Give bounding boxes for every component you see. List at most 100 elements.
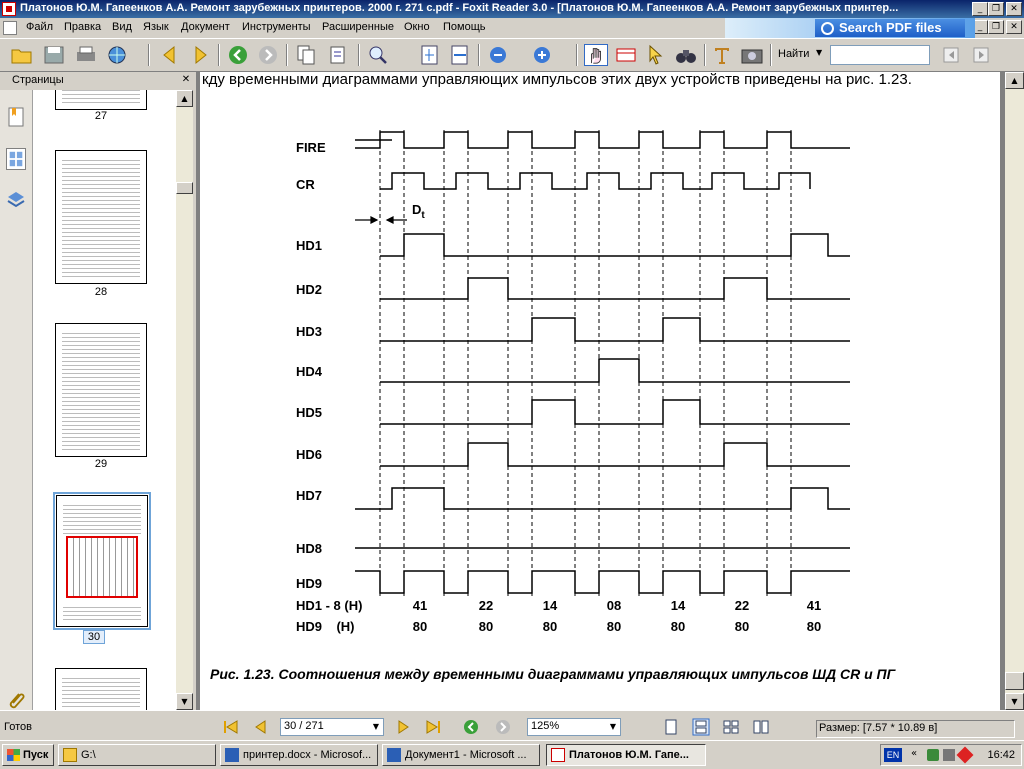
language-indicator[interactable]: EN [884, 748, 902, 762]
single-page-view-icon[interactable] [662, 718, 680, 736]
thumbnail-page-30[interactable] [56, 495, 148, 627]
go-back-icon[interactable] [462, 719, 480, 735]
hand-tool-icon[interactable] [584, 44, 608, 66]
first-page-icon[interactable] [222, 719, 240, 735]
signal-label-hd5: HD5 [296, 405, 322, 420]
zoom-dropdown-icon[interactable]: ▼ [606, 719, 620, 735]
find-binoculars-icon[interactable] [674, 44, 698, 66]
next-page-arrow-icon[interactable] [188, 44, 212, 66]
scroll-down-icon[interactable]: ▼ [176, 693, 193, 710]
paste-page-icon[interactable] [326, 44, 350, 66]
menu-tools[interactable]: Инструменты [242, 21, 311, 33]
page-number-input[interactable]: 30 / 271 ▼ [280, 718, 384, 736]
page-dropdown-icon[interactable]: ▼ [369, 719, 383, 735]
zoom-input[interactable]: 125% ▼ [527, 718, 621, 736]
start-label: Пуск [23, 749, 49, 761]
search-pdf-banner[interactable]: Search PDF files [725, 18, 975, 38]
document-scrollbar[interactable]: ▲ ▼ [1005, 72, 1024, 710]
fit-width-icon[interactable] [448, 44, 472, 66]
find-previous-icon[interactable] [940, 44, 964, 66]
tray-antivirus-icon[interactable] [956, 746, 974, 764]
thumbnail-page-28[interactable] [55, 150, 147, 284]
doc-restore-button[interactable]: ❐ [988, 20, 1004, 34]
camera-icon[interactable] [740, 44, 764, 66]
zoom-out-minus-icon[interactable] [486, 44, 510, 66]
minimize-button[interactable]: _ [972, 2, 988, 16]
open-folder-icon[interactable] [10, 44, 34, 66]
zoom-in-plus-icon[interactable] [530, 44, 554, 66]
waveform-hd3 [380, 317, 850, 342]
scroll-up-icon[interactable]: ▲ [176, 90, 193, 107]
forward-gray-icon[interactable] [256, 44, 280, 66]
system-tray: EN « 16:42 [880, 744, 1022, 766]
go-forward-icon[interactable] [494, 719, 512, 735]
menu-edit[interactable]: Правка [64, 21, 101, 33]
task-explorer[interactable]: G:\ [58, 744, 216, 766]
hd9-value: 80 [479, 619, 493, 634]
fit-page-icon[interactable] [418, 44, 442, 66]
select-arrow-icon[interactable] [644, 44, 668, 66]
magnifier-icon [821, 22, 834, 35]
continuous-view-icon[interactable] [692, 718, 710, 736]
task-word-printer[interactable]: принтер.docx - Microsof... [220, 744, 378, 766]
zoom-in-icon[interactable] [366, 44, 390, 66]
tray-device-icon[interactable] [943, 749, 955, 761]
find-options-arrow-icon[interactable]: ▼ [816, 48, 822, 57]
waveform-hd5 [380, 399, 850, 425]
menu-file[interactable]: Файл [26, 21, 53, 33]
scroll-thumb[interactable] [176, 182, 193, 194]
waveform-hd4 [380, 358, 850, 383]
layers-icon[interactable] [6, 190, 26, 212]
snapshot-select-icon[interactable] [614, 44, 638, 66]
tray-expand-icon[interactable]: « [911, 748, 917, 759]
start-button[interactable]: Пуск [2, 744, 54, 766]
restore-button[interactable]: ❐ [988, 2, 1004, 16]
facing-view-icon[interactable] [722, 718, 740, 736]
prev-page-arrow-icon[interactable] [158, 44, 182, 66]
menu-language[interactable]: Язык [143, 21, 169, 33]
last-page-icon[interactable] [424, 719, 442, 735]
next-page-icon[interactable] [394, 719, 412, 735]
save-icon[interactable] [42, 44, 66, 66]
menu-advanced[interactable]: Расширенные [322, 21, 394, 33]
close-button[interactable]: ✕ [1006, 2, 1022, 16]
copy-page-icon[interactable] [294, 44, 318, 66]
doc-close-button[interactable]: ✕ [1006, 20, 1022, 34]
page-number-value: 30 / 271 [284, 720, 324, 732]
email-globe-icon[interactable] [106, 44, 130, 66]
thumbnail-scrollbar[interactable]: ▲ ▼ [176, 90, 193, 710]
doc-scroll-thumb[interactable] [1005, 672, 1024, 690]
document-icon[interactable] [3, 21, 17, 35]
doc-scroll-up-icon[interactable]: ▲ [1005, 72, 1024, 89]
find-next-icon[interactable] [970, 44, 994, 66]
signal-label-fire: FIRE [296, 140, 326, 155]
panel-close-icon[interactable]: ✕ [180, 74, 192, 86]
status-bar: Готов 30 / 271 ▼ 125% ▼ Размер: [7.57 * 10… [0, 710, 1024, 741]
thumbnail-page-27[interactable] [55, 90, 147, 110]
menu-help[interactable]: Помощь [443, 21, 486, 33]
bookmarks-icon[interactable] [6, 106, 26, 128]
hd9-label: HD9 (H) [296, 619, 355, 634]
thumbnail-page-29[interactable] [55, 323, 147, 457]
attachments-paperclip-icon[interactable] [6, 690, 26, 712]
back-green-icon[interactable] [226, 44, 250, 66]
toolbar-separator [770, 44, 772, 66]
task-word-document1[interactable]: Документ1 - Microsoft ... [382, 744, 540, 766]
document-view[interactable]: кду временными диаграммами управляющих и… [196, 72, 1005, 710]
title-bar: Платонов Ю.М. Гапеенков А.А. Ремонт зару… [0, 0, 1024, 18]
menu-view[interactable]: Вид [112, 21, 132, 33]
viewport-rectangle[interactable] [66, 536, 138, 598]
menu-window[interactable]: Окно [404, 21, 430, 33]
task-foxit-reader[interactable]: Платонов Ю.М. Гапе... [546, 744, 706, 766]
find-input[interactable] [830, 45, 930, 65]
doc-scroll-down-icon[interactable]: ▼ [1005, 693, 1024, 710]
typewriter-text-icon[interactable] [710, 44, 734, 66]
page-thumbnails-icon[interactable] [6, 148, 26, 170]
previous-page-icon[interactable] [252, 719, 270, 735]
print-icon[interactable] [74, 44, 98, 66]
foxit-app-icon[interactable] [2, 2, 16, 16]
continuous-facing-view-icon[interactable] [752, 718, 770, 736]
thumbnail-page-31[interactable] [55, 668, 147, 710]
tray-network-icon[interactable] [927, 749, 939, 761]
menu-document[interactable]: Документ [181, 21, 230, 33]
